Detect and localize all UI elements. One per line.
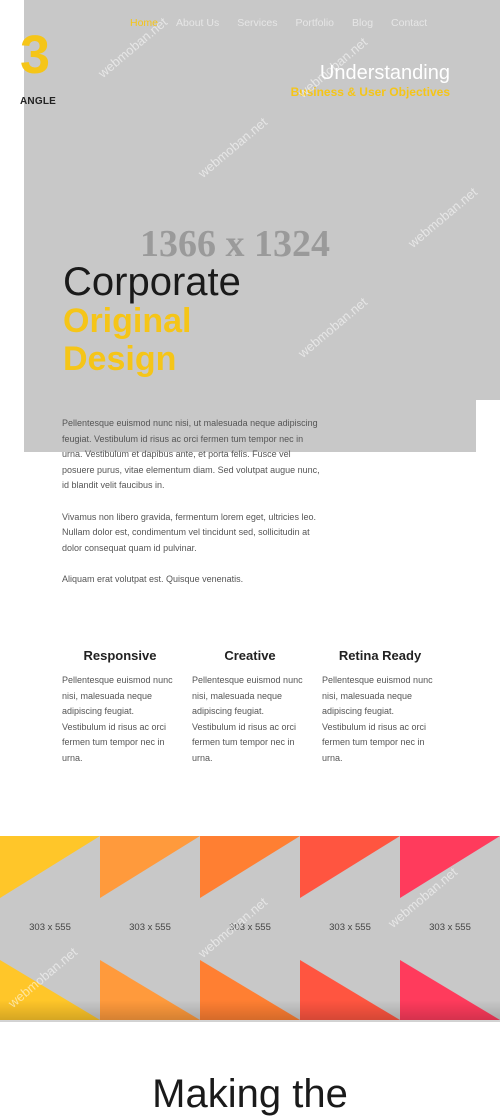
feature-responsive: Responsive Pellentesque euismod nunc nis… <box>62 648 178 766</box>
tile-triangle-top <box>100 836 200 898</box>
main-nav: Home About Us Services Portfolio Blog Co… <box>130 17 445 29</box>
tile-size-label: 303 x 555 <box>229 922 271 933</box>
hero-title: Understanding <box>319 62 450 84</box>
feature-text: Pellentesque euismod nunc nisi, malesuad… <box>62 675 173 763</box>
portfolio-tile[interactable]: 303 x 555 <box>400 836 500 1020</box>
portfolio-tile[interactable]: 303 x 555 <box>0 836 100 1020</box>
nav-item-blog[interactable]: Blog <box>352 17 373 29</box>
gallery-shadow <box>0 1000 500 1022</box>
section-heading: Making the <box>152 1072 348 1116</box>
hero-title-block: Understanding Business & User Objectives <box>291 62 450 100</box>
tile-size-label: 303 x 555 <box>329 922 371 933</box>
headline-line-1: Corporate <box>63 260 241 304</box>
nav-item-services[interactable]: Services <box>237 17 277 29</box>
headline-line-2: Original <box>63 302 192 340</box>
nav-item-portfolio[interactable]: Portfolio <box>295 17 334 29</box>
intro-paragraph-1: Pellentesque euismod nunc nisi, ut males… <box>62 418 320 490</box>
feature-title: Creative <box>224 648 276 663</box>
logo-word: ANGLE <box>20 96 56 107</box>
hero-subtitle: Business & User Objectives <box>290 85 450 99</box>
tile-size-label: 303 x 555 <box>29 922 71 933</box>
tile-size-label: 303 x 555 <box>429 922 471 933</box>
tile-size-label: 303 x 555 <box>129 922 171 933</box>
feature-text: Pellentesque euismod nunc nisi, malesuad… <box>322 675 433 763</box>
feature-text: Pellentesque euismod nunc nisi, malesuad… <box>192 675 303 763</box>
tile-triangle-top <box>400 836 500 898</box>
feature-retina-ready: Retina Ready Pellentesque euismod nunc n… <box>322 648 438 766</box>
hero-headline: Corporate Original Design <box>63 262 241 378</box>
portfolio-gallery: 303 x 555 303 x 555 303 x 555 303 x 555 … <box>0 836 500 1020</box>
tile-triangle-top <box>300 836 400 898</box>
intro-paragraph-2: Vivamus non libero gravida, fermentum lo… <box>62 511 316 553</box>
nav-item-home[interactable]: Home <box>130 17 158 29</box>
intro-text: Pellentesque euismod nunc nisi, ut males… <box>62 416 324 604</box>
feature-creative: Creative Pellentesque euismod nunc nisi,… <box>192 648 308 766</box>
tile-triangle-top <box>200 836 300 898</box>
nav-item-contact[interactable]: Contact <box>391 17 427 29</box>
portfolio-tile[interactable]: 303 x 555 <box>100 836 200 1020</box>
feature-title: Retina Ready <box>338 648 422 663</box>
features-row: Responsive Pellentesque euismod nunc nis… <box>62 648 482 766</box>
portfolio-tile[interactable]: 303 x 555 <box>300 836 400 1020</box>
logo[interactable]: 3 ANGLE <box>20 28 58 110</box>
logo-number: 3 <box>20 25 51 85</box>
feature-title: Responsive <box>83 648 157 663</box>
headline-line-3: Design <box>63 340 177 378</box>
tile-triangle-top <box>0 836 100 898</box>
portfolio-tile[interactable]: 303 x 555 <box>200 836 300 1020</box>
nav-item-about-us[interactable]: About Us <box>176 17 219 29</box>
intro-paragraph-3: Aliquam erat volutpat est. Quisque venen… <box>62 574 244 584</box>
